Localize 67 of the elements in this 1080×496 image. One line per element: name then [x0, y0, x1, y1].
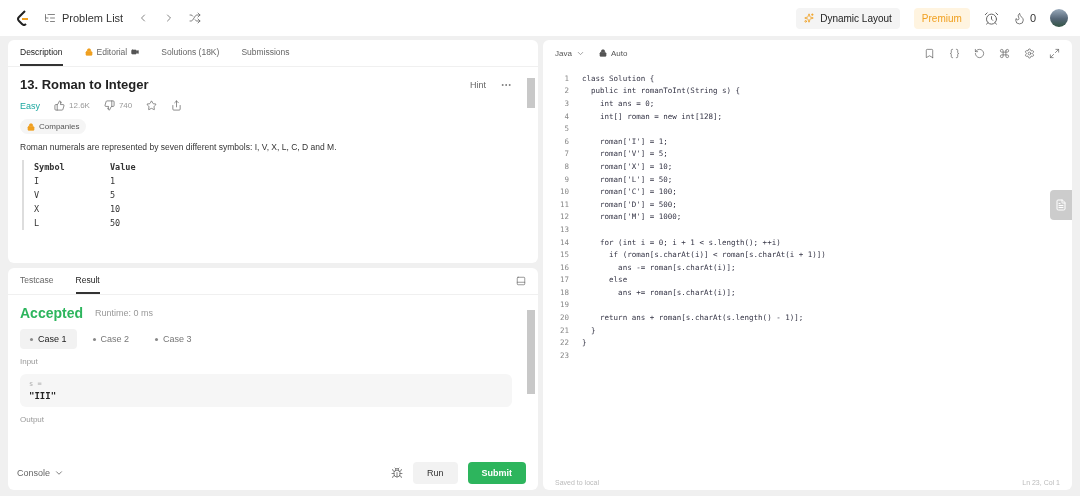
braces-icon[interactable] [949, 47, 960, 59]
star-icon[interactable] [146, 100, 158, 111]
problem-title: 13. Roman to Integer [20, 77, 149, 92]
table-cell-text: 5 [110, 189, 117, 202]
reset-icon[interactable] [974, 47, 985, 59]
list-icon[interactable] [44, 12, 56, 24]
thumbs-down-icon[interactable] [103, 100, 115, 111]
runtime-text: Runtime: 0 ms [95, 308, 154, 318]
like-count: 12.6K [69, 101, 90, 110]
alarm-clock-icon[interactable] [983, 10, 999, 26]
language-selector[interactable]: Java [555, 48, 572, 58]
dot-icon [30, 338, 33, 342]
table-header: Symbol [34, 161, 66, 174]
sparkle-icon [804, 13, 815, 23]
table-cell-text: 1 [110, 175, 117, 188]
logo-icon[interactable] [16, 10, 30, 26]
chevron-down-icon[interactable] [54, 468, 65, 478]
lock-icon [84, 48, 93, 56]
output-label: Output [20, 415, 45, 424]
panel-tab[interactable]: Description [20, 40, 63, 66]
console-toggle[interactable]: Console [17, 468, 51, 478]
panel-tab[interactable]: Testcase [20, 268, 54, 294]
avatar[interactable] [1050, 9, 1068, 27]
table-cell-text: X [34, 203, 41, 216]
shuffle-icon[interactable] [189, 12, 202, 24]
lock-icon [27, 122, 35, 131]
maximize-icon[interactable] [1049, 47, 1060, 59]
lock-icon [598, 49, 607, 57]
document-icon [1055, 199, 1067, 211]
scrollbar[interactable] [527, 310, 535, 394]
table-cell-text: 50 [110, 217, 122, 230]
table-cell-text: I [34, 175, 41, 188]
mode-label: Auto [610, 48, 628, 58]
result-status: Accepted [20, 305, 84, 321]
scrollbar[interactable] [527, 78, 535, 108]
share-icon[interactable] [171, 100, 183, 111]
table-header: Value [110, 161, 137, 174]
case-tab[interactable]: Case 3 [145, 329, 202, 349]
dot-icon [92, 338, 96, 342]
thumbs-up-icon[interactable] [54, 100, 65, 111]
bookmark-icon[interactable] [924, 47, 935, 59]
case-tab[interactable]: Case 2 [82, 329, 140, 349]
streak-count: 0 [1029, 12, 1036, 24]
run-button[interactable]: Run [413, 462, 458, 484]
dynamic-layout-button[interactable]: Dynamic Layout [796, 7, 900, 29]
flame-icon[interactable] [1012, 11, 1026, 25]
input-label: Input [20, 357, 39, 366]
command-icon[interactable] [999, 47, 1010, 59]
case-tab[interactable]: Case 1 [20, 329, 77, 349]
difficulty-label: Easy [20, 100, 40, 111]
dot-icon [155, 338, 159, 342]
panel-tab[interactable]: Solutions (18K) [161, 40, 220, 66]
video-icon [131, 48, 140, 56]
settings-icon[interactable] [1024, 47, 1035, 59]
hint-link[interactable]: Hint [470, 79, 486, 90]
panel-layout-icon[interactable] [516, 276, 526, 286]
bug-icon[interactable] [391, 467, 403, 479]
table-cell-text: L [34, 217, 41, 230]
companies-tag[interactable]: Companies [20, 119, 87, 134]
problem-list-link[interactable]: Problem List [62, 12, 124, 24]
dislike-count: 740 [118, 101, 133, 110]
panel-tab[interactable]: Editorial [84, 40, 140, 66]
table-cell-text: 10 [110, 203, 122, 216]
description-text: Roman numerals are represented by seven different symbols: I, V, X, L, C, D and M. [20, 142, 338, 152]
panel-tab[interactable]: Submissions [241, 40, 290, 66]
panel-tab[interactable]: Result [75, 268, 100, 294]
table-cell-text: V [34, 189, 41, 202]
